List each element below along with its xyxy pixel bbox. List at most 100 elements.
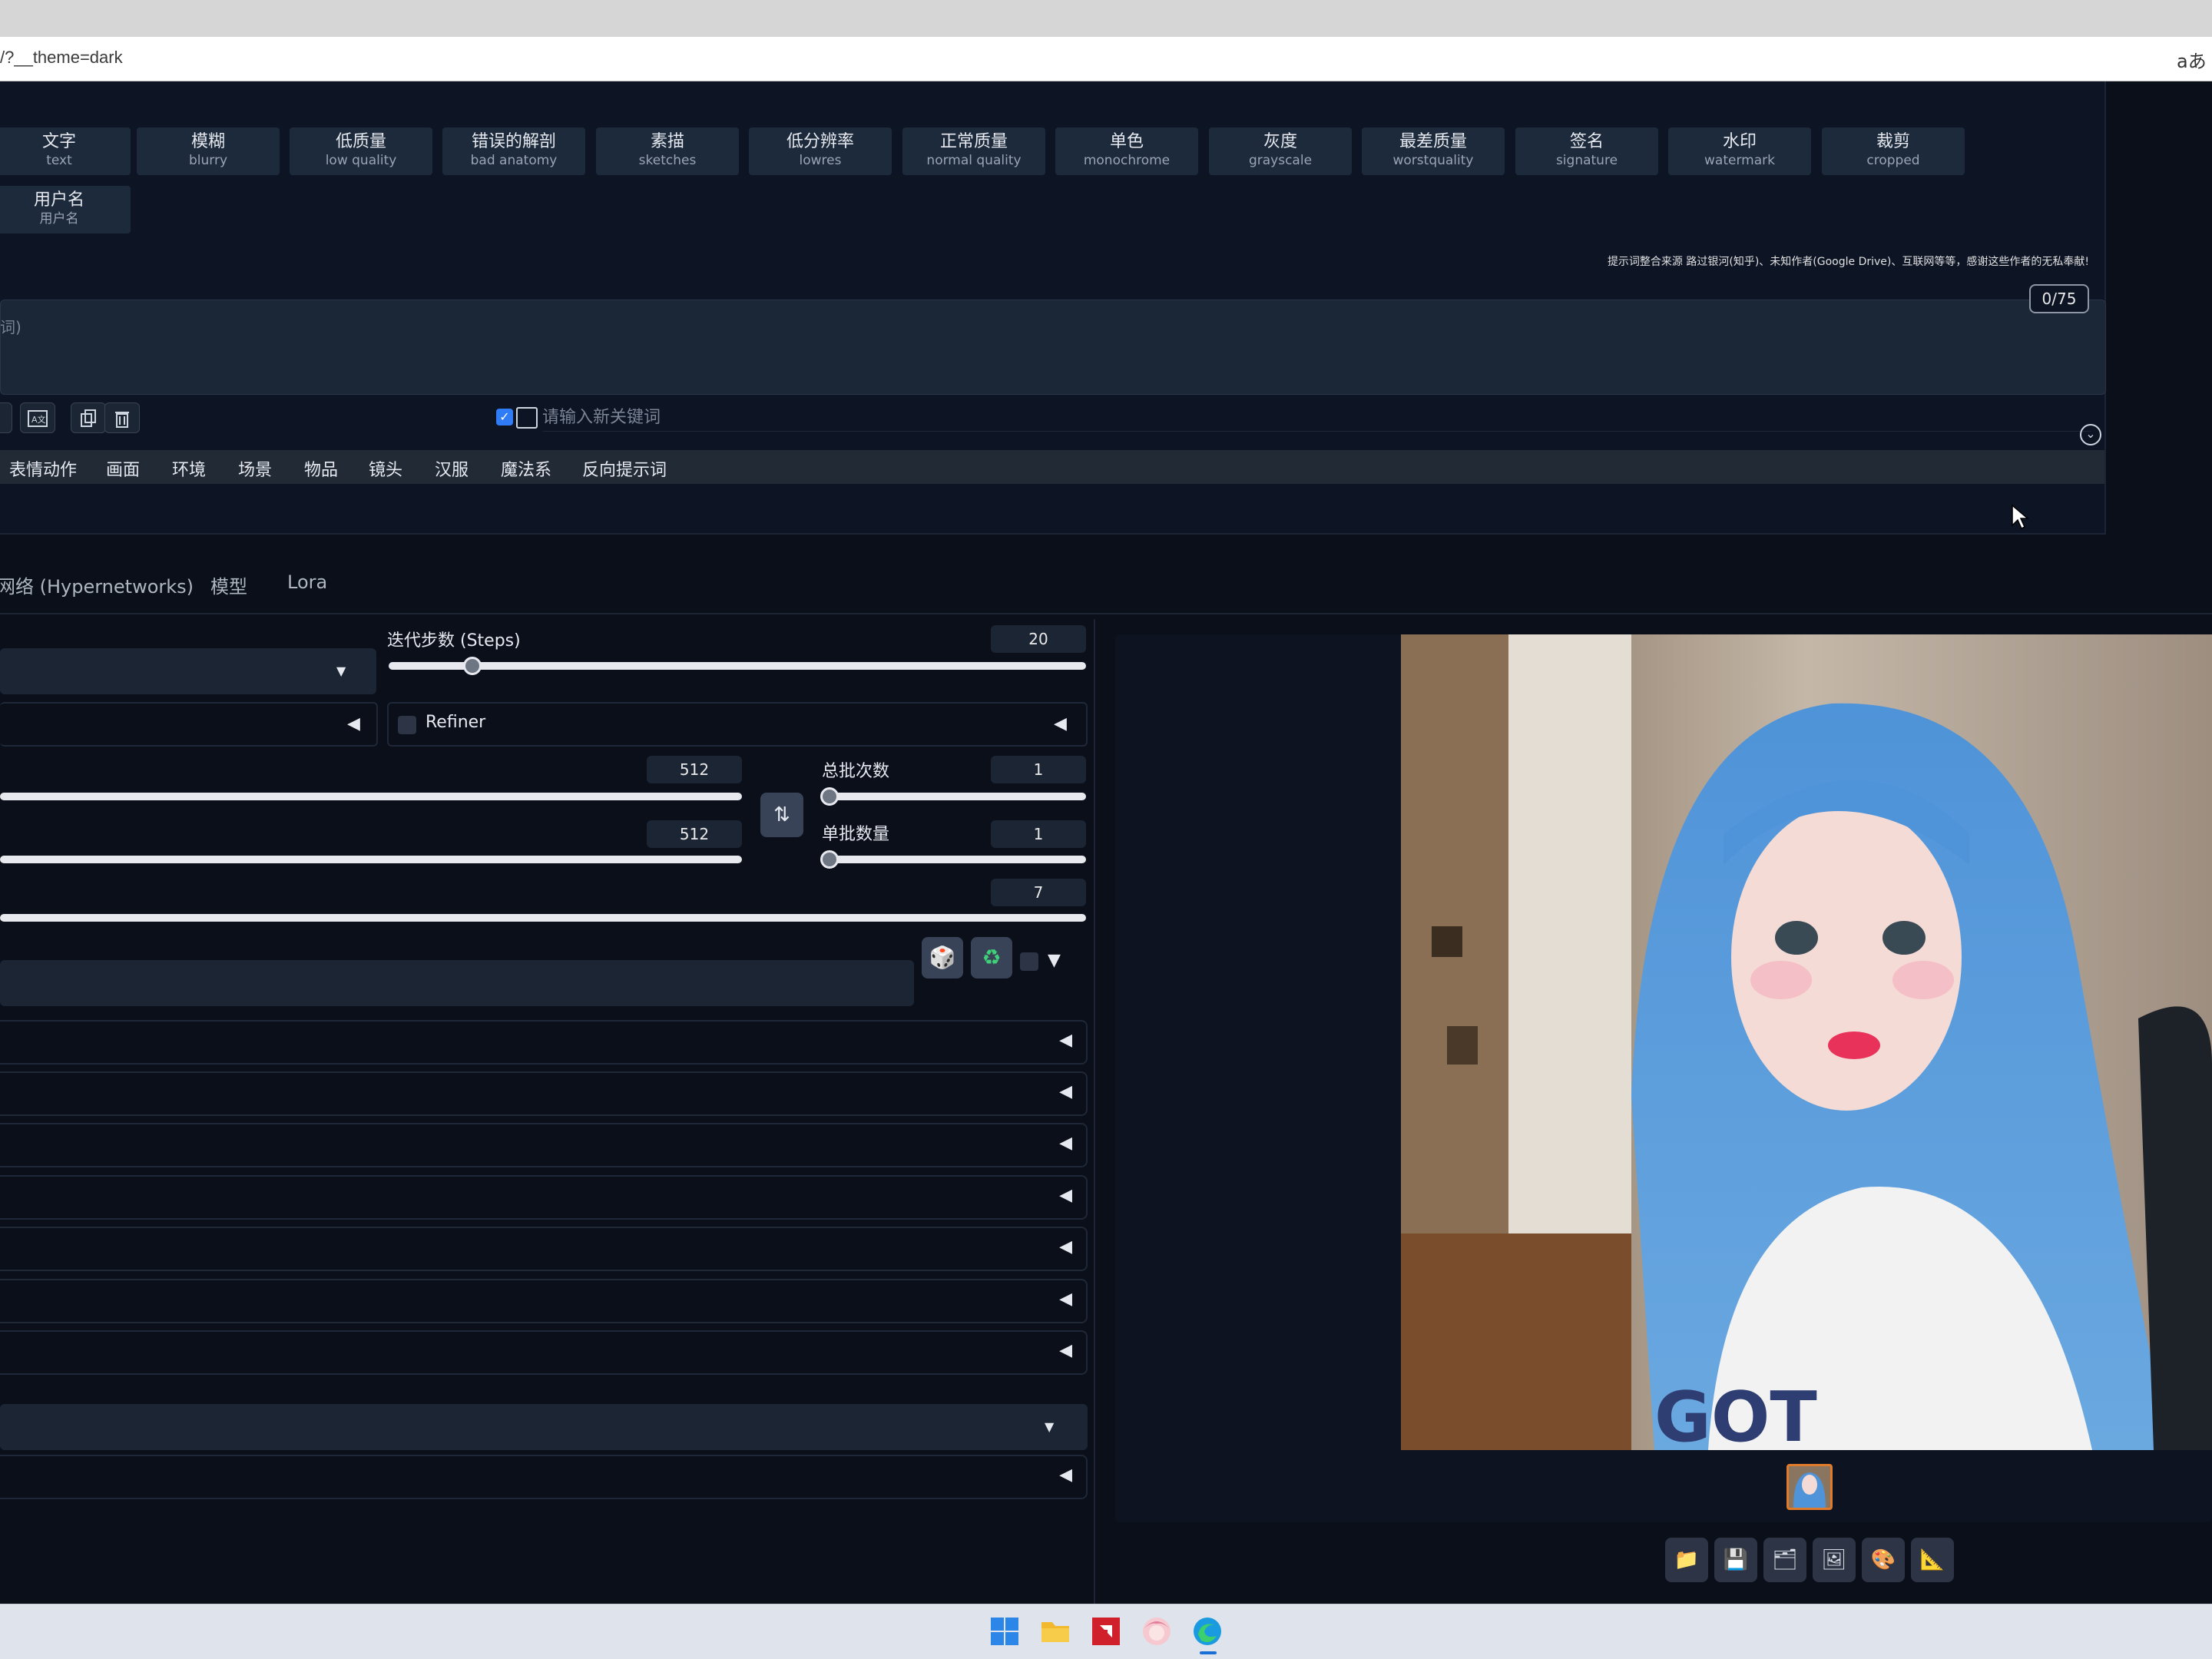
tag-low-quality[interactable]: 低质量 low quality [290,127,432,175]
file-explorer-icon[interactable] [1038,1614,1072,1648]
category-tab-objects[interactable]: 物品 [304,456,338,481]
batch-size-slider-thumb[interactable] [820,850,839,869]
copy-icon[interactable] [71,402,106,433]
send-to-inpaint-icon[interactable]: 🎨 [1862,1538,1905,1582]
chevron-left-icon: ◀ [1059,1031,1072,1050]
gallery-thumbnail[interactable] [1786,1464,1833,1510]
accordion-section[interactable]: ◀ [0,1227,1088,1271]
tag-monochrome[interactable]: 单色 monochrome [1055,127,1198,175]
seed-input[interactable] [0,960,914,1006]
chevron-left-icon: ◀ [1059,1341,1072,1360]
windows-start-icon[interactable] [988,1614,1022,1648]
tag-grayscale[interactable]: 灰度 grayscale [1209,127,1352,175]
active-app-indicator [1200,1651,1217,1654]
category-tab-scene-view[interactable]: 画面 [106,456,140,481]
chevron-down-icon[interactable]: ▼ [1048,951,1061,970]
collapsible-section[interactable] [0,702,378,747]
accordion-section[interactable]: ◀ [0,1175,1088,1220]
chevron-left-icon: ◀ [1059,1237,1072,1257]
accordion-section[interactable]: ◀ [0,1071,1088,1116]
credit-text: 提示词整合来源 路过银河(知乎)、未知作者(Google Drive)、互联网等… [1607,256,2089,268]
send-to-img2img-icon[interactable]: 🖼 [1813,1538,1856,1582]
cfg-scale-number-input[interactable]: 7 [991,879,1086,906]
chevron-down-icon: ▼ [1045,1419,1055,1434]
tool-button-partial[interactable] [0,402,12,433]
translate-icon[interactable]: A文 [20,402,55,433]
extra-seed-checkbox[interactable] [1020,952,1038,971]
width-slider-track[interactable] [0,793,742,800]
width-number-input[interactable]: 512 [647,756,742,783]
cfg-scale-slider-track[interactable] [0,914,1086,922]
accordion-section[interactable]: ◀ [0,1020,1088,1065]
accordion-section[interactable]: ◀ [0,1279,1088,1323]
tag-normal-quality[interactable]: 正常质量 normal quality [902,127,1045,175]
keyword-checkbox[interactable]: ✓ [496,409,513,426]
tag-text[interactable]: 文字 text [0,127,131,175]
edge-browser-icon[interactable] [1190,1614,1224,1648]
batch-count-number-input[interactable]: 1 [991,756,1086,783]
batch-size-slider-track[interactable] [822,856,1086,863]
category-tab-environment[interactable]: 环境 [172,456,206,481]
tag-worstquality[interactable]: 最差质量 worstquality [1362,127,1505,175]
tag-username[interactable]: 用户名 用户名 [0,186,131,233]
shirt-print: GOT [1654,1377,1817,1450]
accordion-section[interactable]: ◀ [0,1123,1088,1167]
category-tab-hanfu[interactable]: 汉服 [435,456,469,481]
tag-lowres[interactable]: 低分辨率 lowres [749,127,892,175]
chevron-left-icon: ◀ [1059,1134,1072,1153]
app-avatar-icon[interactable] [1140,1614,1174,1648]
batch-count-slider-thumb[interactable] [820,787,839,806]
height-slider-track[interactable] [0,856,742,863]
mouse-cursor-icon [2012,504,2029,530]
url-text[interactable]: /?__theme=dark [0,48,123,68]
swap-dimensions-button[interactable]: ⇅ [760,793,803,837]
batch-count-slider-track[interactable] [822,793,1086,800]
zip-icon[interactable]: 🗂 [1763,1538,1806,1582]
folder-icon[interactable]: 📁 [1665,1538,1708,1582]
batch-size-number-input[interactable]: 1 [991,820,1086,848]
tab-models[interactable]: 模型 [210,571,247,598]
category-tab-camera[interactable]: 镜头 [369,456,402,481]
tab-hypernetworks[interactable]: 网络 (Hypernetworks) [0,571,194,598]
trash-icon[interactable] [104,402,140,433]
refiner-section[interactable] [387,702,1088,747]
save-icon[interactable]: 💾 [1714,1538,1757,1582]
category-tab-magic[interactable]: 魔法系 [501,456,551,481]
keyword-toggle-icon[interactable] [516,407,538,429]
generated-image[interactable]: GOT [1401,634,2212,1450]
batch-size-label: 单批数量 [822,825,890,844]
tag-signature[interactable]: 签名 signature [1515,127,1658,175]
steps-slider-thumb[interactable] [462,657,482,675]
category-tab-expression[interactable]: 表情动作 [9,456,77,481]
address-bar[interactable] [0,37,2212,81]
script-dropdown[interactable] [0,1404,1088,1450]
chevron-left-icon: ◀ [1059,1186,1072,1205]
send-to-extras-icon[interactable]: 📐 [1911,1538,1954,1582]
tag-cropped[interactable]: 裁剪 cropped [1822,127,1965,175]
height-number-input[interactable]: 512 [647,820,742,848]
tag-watermark[interactable]: 水印 watermark [1668,127,1811,175]
new-keyword-input[interactable] [542,404,2091,432]
svg-text:A文: A文 [31,414,46,425]
category-tab-scene[interactable]: 场景 [238,456,272,481]
sampler-dropdown[interactable] [0,648,376,694]
tag-sketches[interactable]: 素描 sketches [596,127,739,175]
steps-slider-track[interactable] [389,662,1086,670]
token-counter: 0/75 [2029,284,2089,313]
refiner-label: Refiner [426,713,486,732]
steps-number-input[interactable]: 20 [991,625,1086,653]
chevron-left-icon: ◀ [1059,1082,1072,1101]
tab-lora[interactable]: Lora [287,571,327,593]
category-tab-negative[interactable]: 反向提示词 [582,456,667,481]
negative-prompt-textarea[interactable] [0,300,2106,395]
accordion-section[interactable]: ◀ [0,1455,1088,1499]
amd-software-icon[interactable] [1089,1614,1123,1648]
recycle-icon[interactable]: ♻ [971,937,1012,979]
accordion-section[interactable]: ◀ [0,1330,1088,1375]
tag-bad-anatomy[interactable]: 错误的解剖 bad anatomy [442,127,585,175]
tag-blurry[interactable]: 模糊 blurry [137,127,280,175]
refiner-checkbox[interactable] [398,716,416,734]
translate-icon[interactable]: aあ [2177,46,2207,73]
chevron-down-icon[interactable]: ⌄ [2080,424,2101,445]
dice-icon[interactable]: 🎲 [922,937,963,979]
